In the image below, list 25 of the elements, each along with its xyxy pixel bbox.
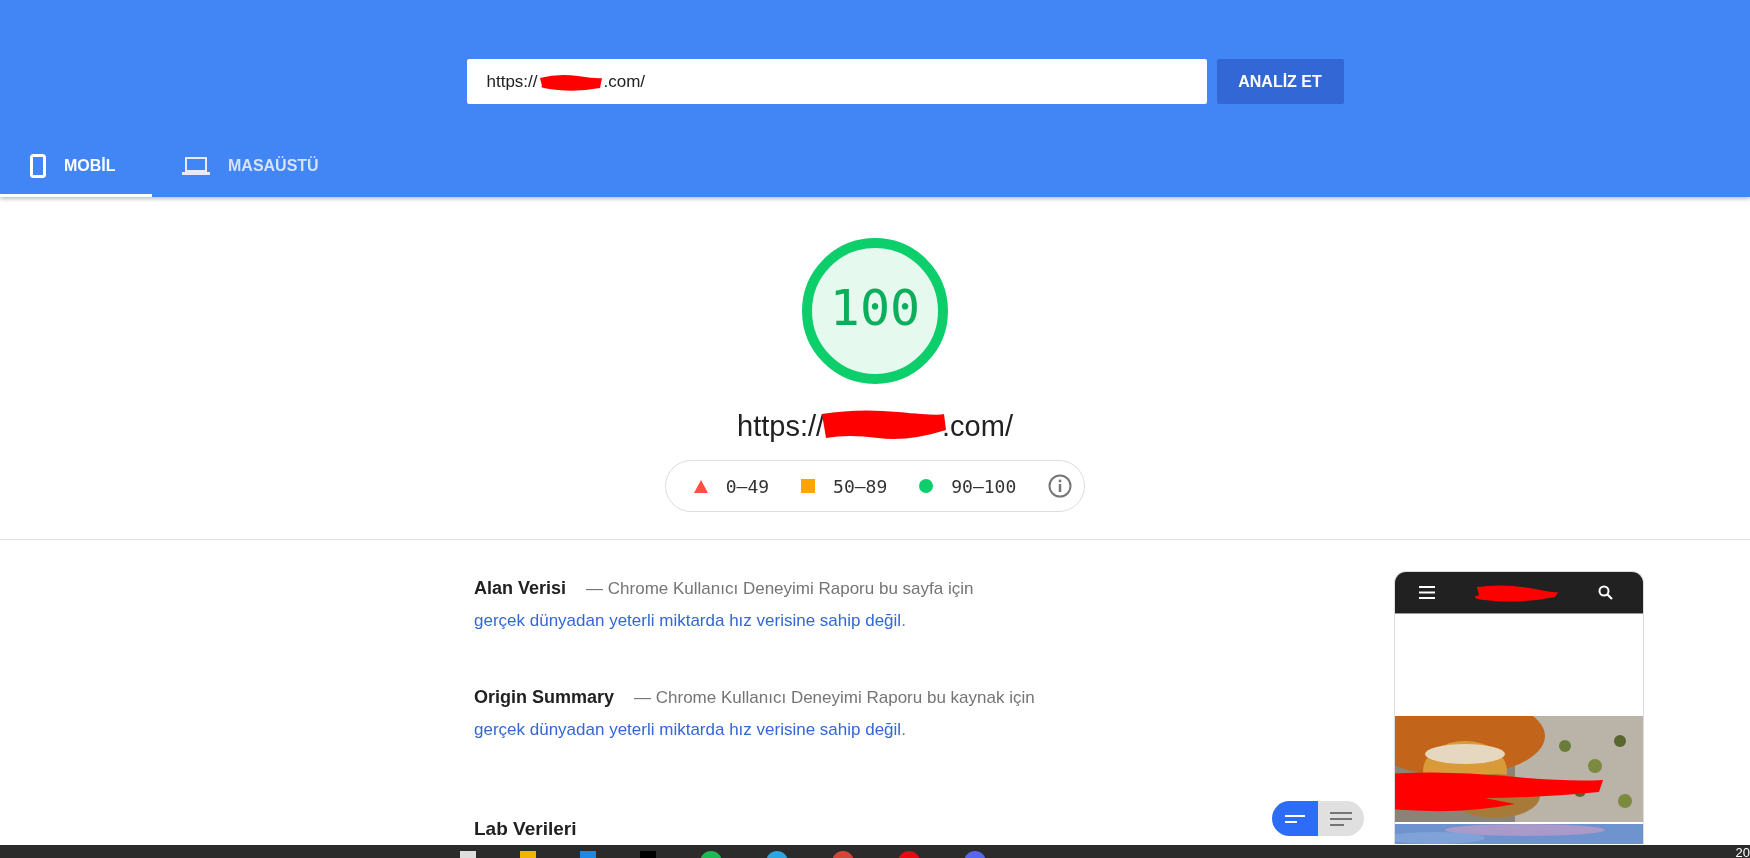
- field-data-paragraph: Alan Verisi — Chrome Kullanıcı Deneyimi Raporu bu sayfa için gerçek dünyadan yeterli miktarda hız verisine sahip değil.: [474, 577, 975, 632]
- device-tab[interactable]: MOBİL: [0, 137, 152, 197]
- tested-url: https://: [737, 409, 825, 443]
- info-link[interactable]: gerçek dünyadan yeterli miktarda hız verisine sahip değil: [474, 720, 902, 739]
- device-tab[interactable]: MASAÜSTÜ: [152, 137, 349, 197]
- info-icon[interactable]: [1048, 474, 1073, 498]
- short-lines-icon: [1285, 814, 1305, 823]
- view-toggle-button[interactable]: [1318, 801, 1364, 836]
- view-toggle-button[interactable]: [1272, 801, 1318, 836]
- field-data-paragraph: Origin Summary — Chrome Kullanıcı Deneyimi Raporu bu kaynak için gerçek dünyadan yeterli miktarda hız verisine sahip değil.: [474, 686, 1036, 741]
- score-range: 50–89: [833, 475, 888, 497]
- info-link[interactable]: gerçek dünyadan yeterli miktarda hız verisine sahip değil: [474, 611, 902, 630]
- score-value: 100: [829, 279, 921, 337]
- tested-url-end: .com/: [942, 409, 1013, 443]
- score-range: 90–100: [951, 475, 1017, 497]
- menu-icon: [1419, 586, 1435, 599]
- url-field[interactable]: https:// .com/: [466, 59, 1207, 104]
- score-range: 0–49: [725, 475, 770, 497]
- text-lines-icon: [1330, 811, 1352, 826]
- analyze-button[interactable]: ANALİZ ET: [1216, 59, 1344, 104]
- clock-text: 20: [1735, 846, 1750, 858]
- phone-icon: [30, 153, 46, 178]
- search-icon: [1598, 585, 1613, 600]
- section-heading: Lab Verileri: [474, 818, 578, 840]
- laptop-icon: [182, 155, 210, 176]
